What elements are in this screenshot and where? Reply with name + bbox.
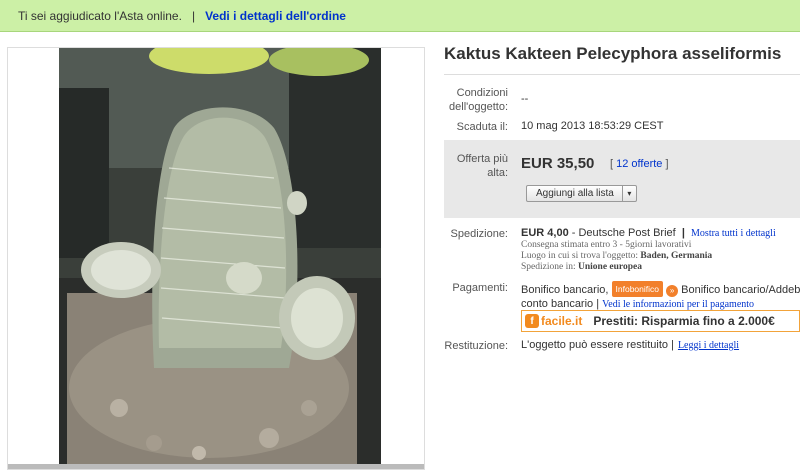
offers-bracket-open: [ — [610, 158, 614, 170]
offers-link[interactable]: 12 offerte — [616, 158, 662, 170]
offers-bracket-close: ] — [665, 158, 669, 170]
facile-promo-text: Prestiti: Risparmia fino a 2.000€ — [593, 314, 775, 328]
ships-to: Spedizione in: Unione europea — [521, 262, 642, 272]
notification-bar: Ti sei aggiudicato l'Asta online. | Vedi… — [0, 0, 800, 32]
payment-label: Pagamenti: — [452, 282, 508, 294]
shipping-service: - Deutsche Post Brief — [568, 227, 676, 239]
facile-ad-banner[interactable]: f facile.it Prestiti: Risparmia fino a 2… — [521, 310, 800, 332]
item-photo[interactable] — [59, 48, 381, 466]
facile-logo-text: facile.it — [541, 314, 583, 328]
delivery-estimate: Consegna stimata entro 3 - 5giorni lavor… — [521, 240, 692, 250]
condition-label: Condizioni dell'oggetto: — [449, 87, 508, 113]
location-value: Baden, Germania — [640, 251, 713, 261]
bid-price: EUR 35,50 — [521, 155, 595, 172]
bid-offers: [ 12 offerte ] — [610, 158, 669, 170]
bid-label: Offerta più alta: — [456, 153, 508, 179]
condition-value: -- — [521, 93, 529, 105]
watchlist-label: Aggiungi alla lista — [536, 188, 614, 199]
shipping-summary: EUR 4,00 - Deutsche Post Brief | Mostra … — [521, 227, 776, 239]
infobonifico-badge[interactable]: Infobonifico — [611, 281, 663, 297]
facile-logo-icon: f — [525, 314, 539, 328]
item-title: Kaktus Kakteen Pelecyphora asseliformis — [444, 44, 782, 63]
ended-label: Scaduta il: — [456, 121, 508, 133]
image-gallery — [7, 47, 425, 470]
facile-logo: f facile.it — [522, 311, 585, 331]
won-auction-message: Ti sei aggiudicato l'Asta online. — [18, 8, 182, 23]
add-to-watchlist-button[interactable]: Aggiungi alla lista ▾ — [526, 185, 637, 202]
returns-label: Restituzione: — [444, 340, 508, 352]
order-details-link[interactable]: Vedi i dettagli dell'ordine — [205, 9, 346, 23]
returns-value: L'oggetto può essere restituito | — [521, 339, 674, 351]
arrow-right-icon[interactable]: » — [666, 285, 679, 297]
shipping-label: Spedizione: — [450, 228, 509, 240]
payment-info-link[interactable]: Vedi le informazioni per il pagamento — [602, 299, 754, 310]
payment-bank-debit: Bonifico bancario/Addebito — [678, 284, 800, 296]
shipping-separator: | — [681, 227, 685, 239]
chevron-down-icon[interactable]: ▾ — [621, 186, 636, 201]
ships-to-label: Spedizione in: — [521, 262, 576, 272]
shipping-cost: EUR 4,00 — [521, 227, 569, 239]
ships-to-value: Unione europea — [578, 262, 642, 272]
returns-details-link[interactable]: Leggi i dettagli — [678, 340, 739, 351]
payment-methods: Bonifico bancario, Infobonifico » Bonifi… — [521, 281, 800, 312]
notice-separator: | — [191, 8, 196, 23]
returns-info: L'oggetto può essere restituito | Leggi i… — [521, 339, 739, 351]
title-divider — [444, 74, 800, 75]
ended-value: 10 mag 2013 18:53:29 CEST — [521, 120, 664, 132]
payment-account: conto bancario | — [521, 298, 603, 310]
item-location: Luogo in cui si trova l'oggetto: Baden, … — [521, 251, 712, 261]
location-label: Luogo in cui si trova l'oggetto: — [521, 251, 639, 261]
gallery-scrollbar[interactable] — [8, 464, 424, 469]
payment-bank-transfer: Bonifico bancario, — [521, 284, 609, 296]
shipping-details-link[interactable]: Mostra tutti i dettagli — [691, 228, 776, 239]
